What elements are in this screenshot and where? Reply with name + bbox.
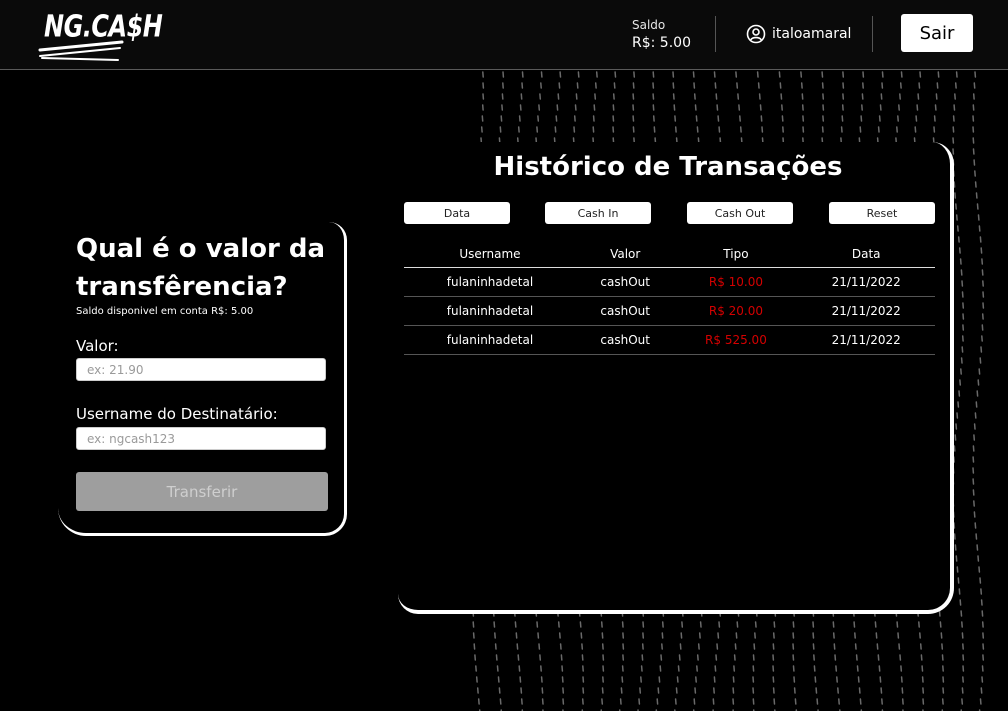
recipient-label: Username do Destinatário: xyxy=(76,405,278,423)
transactions-table: Username Valor Tipo Data fulaninhadetal … xyxy=(404,240,935,355)
header-divider xyxy=(872,16,873,52)
transaction-history-card: Histórico de Transações Data Cash In Cas… xyxy=(398,142,954,614)
column-header-value: Valor xyxy=(575,240,675,268)
app-page: NG.CA$H Saldo R$: 5.00 italoamaral Sair … xyxy=(0,0,1008,711)
transfer-card: Qual é o valor da transfêrencia? Saldo d… xyxy=(58,222,347,536)
balance-value: R$: 5.00 xyxy=(632,35,691,51)
cell-amount: R$ 525.00 xyxy=(674,325,798,355)
value-input[interactable] xyxy=(76,358,326,381)
table-row: fulaninhadetal cashOut R$ 525.00 21/11/2… xyxy=(404,325,935,355)
user-circle-icon xyxy=(746,24,766,44)
username-label: italoamaral xyxy=(772,26,852,42)
table-row: fulaninhadetal cashOut R$ 20.00 21/11/20… xyxy=(404,296,935,326)
transfer-title: Qual é o valor da transfêrencia? xyxy=(76,234,326,302)
cell-date: 21/11/2022 xyxy=(797,267,935,297)
value-label: Valor: xyxy=(76,337,119,355)
transfer-button[interactable]: Transferir xyxy=(76,472,328,511)
cell-type: cashOut xyxy=(575,267,675,297)
cell-date: 21/11/2022 xyxy=(797,325,935,355)
filter-cash-in-button[interactable]: Cash In xyxy=(545,202,651,224)
header-divider xyxy=(715,16,716,52)
history-title: Histórico de Transações xyxy=(493,152,843,182)
filter-cash-out-button[interactable]: Cash Out xyxy=(687,202,793,224)
logo-swoosh-icon xyxy=(38,40,124,61)
column-header-username: Username xyxy=(404,240,576,268)
cell-type: cashOut xyxy=(575,296,675,326)
cell-date: 21/11/2022 xyxy=(797,296,935,326)
cell-username: fulaninhadetal xyxy=(404,325,576,355)
balance-label: Saldo xyxy=(632,18,666,32)
cell-amount: R$ 10.00 xyxy=(674,267,798,297)
cell-username: fulaninhadetal xyxy=(404,296,576,326)
filter-reset-button[interactable]: Reset xyxy=(829,202,935,224)
balance-display: Saldo R$: 5.00 xyxy=(632,17,691,53)
user-menu[interactable]: italoamaral xyxy=(746,24,851,44)
table-row: fulaninhadetal cashOut R$ 10.00 21/11/20… xyxy=(404,267,935,297)
ngcash-logo[interactable]: NG.CA$H xyxy=(36,6,163,64)
cell-type: cashOut xyxy=(575,325,675,355)
top-bar: NG.CA$H Saldo R$: 5.00 italoamaral Sair xyxy=(0,0,1008,70)
logout-button[interactable]: Sair xyxy=(901,14,973,52)
available-balance-text: Saldo disponivel em conta R$: 5.00 xyxy=(76,306,254,317)
filter-date-button[interactable]: Data xyxy=(404,202,510,224)
table-header-row: Username Valor Tipo Data xyxy=(404,240,935,268)
column-header-type: Tipo xyxy=(674,240,798,268)
cell-username: fulaninhadetal xyxy=(404,267,576,297)
column-header-date: Data xyxy=(797,240,935,268)
cell-amount: R$ 20.00 xyxy=(674,296,798,326)
recipient-input[interactable] xyxy=(76,427,326,450)
